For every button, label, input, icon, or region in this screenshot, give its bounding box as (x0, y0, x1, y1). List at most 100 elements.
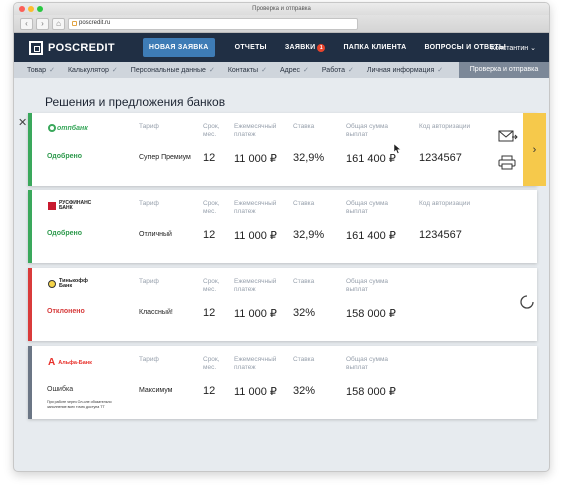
mouse-cursor-icon (394, 144, 401, 154)
menu-client-folder[interactable]: ПАПКА КЛИЕНТА (343, 44, 406, 51)
next-action-panel[interactable]: › (523, 113, 546, 186)
total-label: Общая сумма выплат (346, 356, 389, 371)
alfa-mark-icon: A (48, 357, 56, 368)
step-contacts[interactable]: Контакты ✓ (228, 66, 267, 75)
rate-label: Ставка (293, 200, 315, 207)
step-personal-info[interactable]: Личная информация ✓ (367, 66, 444, 75)
forward-icon[interactable]: › (36, 17, 49, 30)
window-controls (19, 6, 43, 12)
close-window-button[interactable] (19, 6, 25, 12)
offer-total: 158 000 ₽ (346, 386, 396, 398)
offer-card-otp: отпбанк Одобрено Тариф Срок, мес. Ежемеся… (28, 113, 546, 186)
total-label: Общая сумма выплат (346, 278, 389, 293)
tariff-label: Тариф (139, 200, 159, 207)
home-icon[interactable]: ⌂ (52, 17, 65, 30)
offer-status: Одобрено (47, 230, 82, 237)
offer-card-rusfinance: РУСФИНАНС БАНК Одобрено Тариф Срок, мес. … (28, 190, 537, 263)
tinkoff-mark-icon (48, 280, 56, 288)
check-icon: ✓ (111, 67, 118, 74)
back-icon[interactable]: ‹ (20, 17, 33, 30)
offer-status: Отклонено (47, 308, 85, 315)
offer-auth-code: 1234567 (419, 152, 462, 164)
monthly-payment-label: Ежемесячный платеж (234, 123, 277, 138)
offer-term: 12 (203, 385, 216, 397)
offer-monthly-payment: 11 000 ₽ (234, 386, 277, 398)
status-stripe (28, 190, 32, 263)
tariff-label: Тариф (139, 123, 159, 130)
step-work[interactable]: Работа ✓ (322, 66, 354, 75)
menu-requests-label: ЗАЯВКИ (284, 44, 316, 51)
check-icon: ✓ (437, 67, 444, 74)
minimize-window-button[interactable] (28, 6, 34, 12)
bank-logo-otp: отпбанк (48, 124, 88, 132)
bank-logo-alfa: A Альфа-Банк (48, 357, 92, 368)
step-calculator[interactable]: Калькулятор ✓ (68, 66, 118, 75)
step-review-submit[interactable]: Проверка и отправка (459, 62, 549, 78)
offer-auth-code: 1234567 (419, 229, 462, 241)
status-stripe (28, 113, 32, 186)
step-product[interactable]: Товар ✓ (27, 66, 55, 75)
monthly-payment-label: Ежемесячный платеж (234, 200, 277, 215)
check-icon: ✓ (208, 67, 215, 74)
page-title: Решения и предложения банков (45, 95, 226, 109)
offer-monthly-payment: 11 000 ₽ (234, 153, 277, 165)
site-header: POSCREDIT НОВАЯ ЗАЯВКА ОТЧЕТЫ ЗАЯВКИ 1 П… (14, 33, 549, 62)
bank-logo-tinkoff: Тинькофф Банк (48, 278, 88, 289)
offer-monthly-payment: 11 000 ₽ (234, 230, 277, 242)
term-label: Срок, мес. (203, 356, 220, 371)
term-label: Срок, мес. (203, 200, 220, 215)
menu-new-request[interactable]: НОВАЯ ЗАЯВКА (142, 38, 215, 57)
chevron-right-icon: › (532, 143, 537, 156)
lock-icon (72, 21, 77, 26)
rusfinance-mark-icon (48, 202, 56, 210)
printer-icon[interactable] (498, 155, 516, 170)
offer-rate: 32,9% (293, 152, 325, 164)
offer-term: 12 (203, 152, 216, 164)
monthly-payment-label: Ежемесячный платеж (234, 278, 277, 293)
monthly-payment-label: Ежемесячный платеж (234, 356, 277, 371)
address-bar[interactable]: poscredit.ru (68, 17, 358, 30)
window-title: Проверка и отправка (252, 6, 311, 12)
tariff-label: Тариф (139, 278, 159, 285)
menu-requests[interactable]: ЗАЯВКИ 1 (284, 43, 326, 52)
offer-rate: 32,9% (293, 229, 325, 241)
offer-total: 161 400 ₽ (346, 230, 396, 242)
spinner-icon (520, 295, 534, 309)
status-stripe (28, 346, 32, 419)
offer-monthly-payment: 11 000 ₽ (234, 308, 277, 320)
check-icon: ✓ (303, 67, 309, 74)
envelope-arrow-icon[interactable] (498, 130, 518, 143)
offer-tariff: Классный! (139, 309, 173, 316)
requests-count-badge: 1 (317, 43, 326, 52)
step-tabs: Товар ✓ Калькулятор ✓ Персональные данные ✓… (14, 62, 549, 78)
chevron-down-icon: ⌄ (530, 45, 536, 52)
browser-titlebar: Проверка и отправка (14, 3, 549, 15)
offer-tariff: Максимум (139, 387, 173, 394)
offer-tariff: Отличный (139, 231, 172, 238)
menu-reports[interactable]: ОТЧЕТЫ (235, 44, 267, 51)
rate-label: Ставка (293, 278, 315, 285)
term-label: Срок, мес. (203, 278, 220, 293)
offer-actions (498, 130, 518, 170)
status-stripe (28, 268, 32, 341)
site-logo[interactable]: POSCREDIT (29, 40, 115, 55)
auth-code-label: Код авторизации (419, 200, 471, 207)
term-label: Срок, мес. (203, 123, 220, 138)
zoom-window-button[interactable] (37, 6, 43, 12)
close-icon[interactable]: ✕ (18, 116, 27, 129)
user-menu[interactable]: Константин ⌄ (491, 44, 536, 52)
offer-term: 12 (203, 307, 216, 319)
offer-rate: 32% (293, 307, 316, 319)
offer-total: 158 000 ₽ (346, 308, 396, 320)
logo-icon (29, 40, 43, 55)
rate-label: Ставка (293, 123, 315, 130)
offer-term: 12 (203, 229, 216, 241)
step-address[interactable]: Адрес ✓ (280, 66, 309, 75)
main-menu: НОВАЯ ЗАЯВКА ОТЧЕТЫ ЗАЯВКИ 1 ПАПКА КЛИЕН… (142, 38, 524, 57)
step-personal-data[interactable]: Персональные данные ✓ (131, 66, 215, 75)
bank-logo-rusfinance: РУСФИНАНС БАНК (48, 201, 91, 211)
user-name: Константин (490, 45, 529, 52)
offer-tariff: Супер Премиум (139, 154, 191, 161)
check-icon: ✓ (347, 67, 354, 74)
check-icon: ✓ (49, 67, 55, 74)
